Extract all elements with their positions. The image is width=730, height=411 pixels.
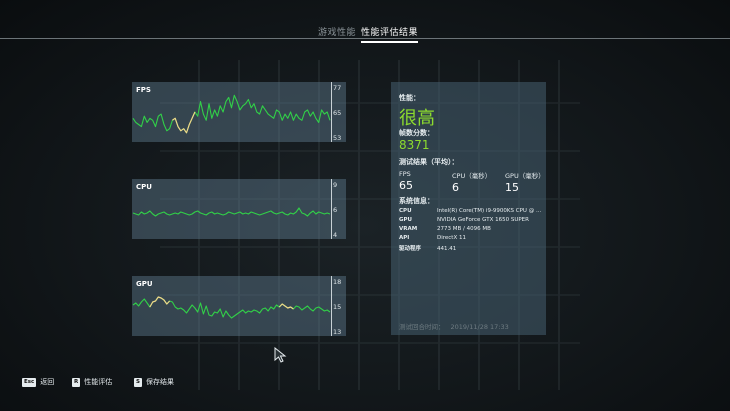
fps-highlight-segment	[172, 111, 196, 134]
gpu-graph-axis	[331, 276, 332, 336]
tab-benchmark-results[interactable]: 性能评估结果	[361, 25, 419, 43]
system-value: NVIDIA GeForce GTX 1650 SUPER	[437, 217, 529, 223]
fps-graph-tick-min: 53	[333, 134, 342, 142]
system-value: Intel(R) Core(TM) i9-9900KS CPU @ ...	[437, 208, 542, 214]
fps-graph: FPS 77 65 53	[132, 82, 346, 142]
benchmark-time: 测试回合时间： 2019/11/28 17:33	[399, 321, 515, 331]
save-results-button[interactable]: S 保存结果	[134, 377, 174, 387]
gpu-graph-tick-max: 18	[333, 278, 342, 286]
system-row-cpu: CPU Intel(R) Core(TM) i9-9900KS CPU @ ...	[399, 208, 544, 214]
gpu-highlight-segment	[149, 296, 171, 308]
fps-graph-plot	[132, 94, 331, 134]
system-key: GPU	[399, 217, 413, 223]
system-value: 2773 MB / 4096 MB	[437, 226, 491, 232]
mouse-cursor-icon	[274, 347, 287, 363]
system-value: 441.41	[437, 246, 457, 252]
cpu-graph-axis	[331, 179, 332, 239]
system-key: 驱动程序	[399, 246, 422, 252]
result-gpu-value: 15	[505, 181, 519, 194]
result-fps-label: FPS	[399, 170, 411, 178]
save-results-label: 保存结果	[145, 378, 174, 386]
system-row-gpu: GPU NVIDIA GeForce GTX 1650 SUPER	[399, 217, 544, 223]
s-key-icon: S	[134, 377, 142, 387]
back-button[interactable]: Esc 返回	[22, 377, 54, 387]
gpu-graph-plot	[132, 296, 331, 319]
system-key: API	[399, 235, 410, 241]
fps-graph-tick-max: 77	[333, 84, 342, 92]
score-label: 帧数分数：	[399, 129, 434, 137]
result-cpu: CPU（毫秒） 6	[452, 170, 491, 194]
gpu-graph-title: GPU	[136, 280, 153, 288]
system-key: VRAM	[399, 226, 418, 232]
system-value: DirectX 11	[437, 235, 466, 241]
gpu-graph: GPU 18 15 13	[132, 276, 346, 336]
results-panel: 性能： 很高 帧数分数： 8371 测试结果（平均）： FPS 65 CPU（毫…	[391, 82, 546, 335]
fps-graph-tick-mid: 65	[333, 109, 342, 117]
system-row-api: API DirectX 11	[399, 235, 544, 241]
cpu-graph-tick-max: 9	[333, 181, 338, 189]
fps-graph-title: FPS	[136, 86, 151, 94]
cpu-graph: CPU 9 6 4	[132, 179, 346, 239]
tab-game-performance[interactable]: 游戏性能	[318, 25, 356, 38]
cpu-series-line	[132, 207, 331, 217]
cpu-graph-tick-mid: 6	[333, 206, 338, 214]
fps-graph-axis	[331, 82, 332, 142]
performance-rating: 很高	[399, 108, 435, 129]
result-gpu: GPU（毫秒） 15	[505, 170, 545, 194]
score-value: 8371	[399, 138, 430, 152]
system-key: CPU	[399, 208, 412, 214]
r-key-icon: R	[72, 377, 81, 387]
result-fps-value: 65	[399, 179, 413, 192]
cpu-graph-title: CPU	[136, 183, 152, 191]
benchmark-button[interactable]: R 性能评估	[72, 377, 112, 387]
benchmark-time-label: 测试回合时间：	[399, 323, 445, 331]
back-label: 返回	[40, 378, 55, 386]
gpu-highlight-segment	[278, 303, 294, 310]
result-cpu-value: 6	[452, 181, 459, 194]
result-gpu-label: GPU（毫秒）	[505, 172, 545, 180]
result-fps: FPS 65	[399, 170, 413, 192]
benchmark-time-value: 2019/11/28 17:33	[450, 323, 509, 331]
gpu-series-line	[132, 296, 331, 319]
system-row-vram: VRAM 2773 MB / 4096 MB	[399, 226, 544, 232]
top-navigation-bar: 游戏性能 性能评估结果	[0, 0, 730, 43]
esc-key-icon: Esc	[22, 377, 37, 387]
result-cpu-label: CPU（毫秒）	[452, 172, 492, 180]
cpu-graph-tick-min: 4	[333, 231, 338, 239]
system-row-driver: 驱动程序 441.41	[399, 244, 544, 252]
fps-series-line	[132, 94, 331, 134]
benchmark-label: 性能评估	[84, 378, 113, 386]
gpu-graph-tick-min: 13	[333, 328, 342, 336]
results-label: 测试结果（平均）：	[399, 158, 459, 166]
system-info-label: 系统信息：	[399, 197, 434, 205]
cpu-graph-plot	[132, 207, 331, 217]
performance-label: 性能：	[399, 94, 420, 102]
gpu-graph-tick-mid: 15	[333, 303, 342, 311]
